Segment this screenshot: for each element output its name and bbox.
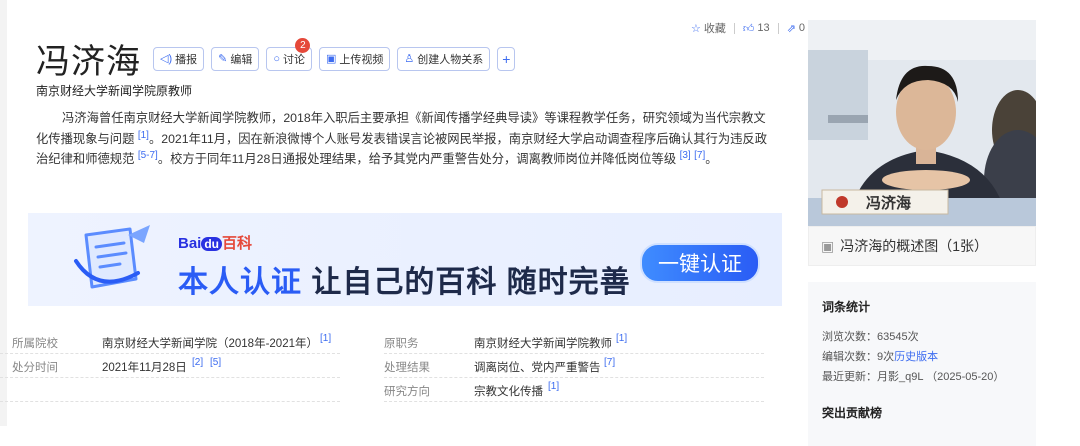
title-row: 冯济海 ◁) 播报 ✎ 编辑 ○ 讨论 2 ▣ 上传视频 ♙ 创建人物关系 + — [36, 34, 522, 83]
reference-link[interactable]: [7] — [604, 357, 615, 369]
divider — [733, 22, 735, 34]
summary-text-4: 。 — [705, 152, 718, 166]
discuss-badge: 2 — [295, 37, 311, 53]
summary-text-3: 。校方于同年11月28日通报处理结果，给予其党内严重警告处分，调离教师岗位并降低… — [157, 152, 677, 166]
banner-slogan: 本人认证 让自己的百科 随时完善 — [178, 257, 631, 301]
reference-link[interactable]: [1] — [320, 333, 331, 345]
reference-link[interactable]: [1] — [138, 129, 149, 140]
action-bar: ☆ 收藏 👍︎ 13 ⇗ 0 — [691, 20, 805, 36]
info-label: 处理结果 — [384, 362, 430, 374]
last-update: 最近更新：月影_q9L （2025-05-20） — [822, 371, 1005, 383]
photo-caption[interactable]: ▣ 冯济海的概述图（1张） — [808, 226, 1036, 266]
info-value: 南京财经大学新闻学院教师 — [474, 338, 612, 350]
logo-bai: Bai — [178, 235, 202, 252]
row-divider — [384, 401, 764, 402]
logo-du: du — [201, 237, 223, 251]
upload-video-button[interactable]: ▣ 上传视频 — [319, 46, 391, 71]
row-divider — [0, 353, 340, 354]
info-value: 调离岗位、党内严重警告 — [474, 362, 601, 374]
info-value: 宗教文化传播 — [474, 386, 543, 398]
contributors-title: 突出贡献榜 — [822, 406, 883, 420]
reference-link[interactable]: [1] — [616, 333, 627, 345]
chat-icon: ○ — [273, 52, 280, 65]
divider — [777, 22, 779, 34]
info-label: 所属院校 — [12, 338, 58, 350]
discuss-button[interactable]: ○ 讨论 2 — [266, 37, 312, 71]
logo-baike: 百科 — [222, 235, 253, 252]
play-label: 播报 — [175, 53, 198, 66]
info-value[interactable]: 南京财经大学新闻学院（2018年-2021年） — [102, 335, 318, 351]
collect-label[interactable]: 收藏 — [704, 20, 726, 36]
star-icon[interactable]: ☆ — [691, 22, 701, 35]
image-icon: ▣ — [821, 237, 835, 254]
baidu-baike-logo: Bai du 百科 — [178, 232, 252, 253]
name-plate-text: 冯济海 — [866, 194, 911, 212]
page-subtitle: 南京财经大学新闻学院原教师 — [36, 84, 193, 98]
pencil-icon: ✎ — [218, 53, 228, 65]
reference-link[interactable]: [5] — [210, 357, 221, 369]
slogan-highlight: 本人认证 — [178, 266, 302, 299]
plus-icon: + — [502, 50, 511, 67]
share-icon[interactable]: ⇗ — [787, 22, 796, 35]
verify-banner[interactable]: Bai du 百科 本人认证 让自己的百科 随时完善 一键认证 — [28, 213, 782, 306]
reference-link[interactable]: [5-7] — [138, 150, 158, 161]
upload-video-label: 上传视频 — [339, 53, 384, 66]
video-icon: ▣ — [326, 53, 337, 65]
stats-title: 词条统计 — [822, 300, 871, 314]
info-label: 研究方向 — [384, 386, 430, 398]
row-divider — [384, 353, 764, 354]
slogan-rest: 让自己的百科 随时完善 — [302, 266, 631, 299]
history-version-link[interactable]: 历史版本 — [894, 351, 938, 363]
edit-count: 编辑次数：9次 — [822, 351, 895, 363]
info-label: 处分时间 — [12, 362, 58, 374]
edit-count-line: 编辑次数：9次历史版本 — [822, 348, 938, 364]
edit-label: 编辑 — [230, 53, 253, 66]
more-plus-button[interactable]: + — [497, 46, 516, 71]
reference-link[interactable]: [3] — [680, 150, 691, 161]
portrait-image: 冯济海 — [808, 20, 1036, 226]
document-check-icon — [74, 225, 150, 289]
one-click-verify-button[interactable]: 一键认证 — [640, 243, 760, 283]
photo-caption-text: 冯济海的概述图（1张） — [840, 238, 989, 254]
create-relation-label: 创建人物关系 — [417, 53, 484, 66]
view-count: 浏览次数：63545次 — [822, 331, 919, 343]
like-count: 13 — [757, 22, 770, 34]
row-divider — [384, 377, 764, 378]
speaker-icon: ◁) — [160, 53, 173, 65]
info-value: 2021年11月28日 — [102, 362, 187, 374]
people-icon: ♙ — [404, 53, 415, 65]
reference-link[interactable]: [2] — [192, 357, 203, 369]
create-relation-button[interactable]: ♙ 创建人物关系 — [397, 46, 491, 71]
thumbs-up-icon[interactable]: 👍︎ — [743, 22, 755, 35]
row-divider — [0, 377, 340, 378]
reference-link[interactable]: [7] — [694, 150, 705, 161]
play-button[interactable]: ◁) 播报 — [153, 46, 205, 71]
summary-photo[interactable]: 冯济海 — [808, 20, 1036, 226]
entry-stats-panel: 词条统计 浏览次数：63545次 编辑次数：9次历史版本 最近更新：月影_q9L… — [808, 282, 1036, 446]
row-divider — [0, 401, 340, 402]
edit-button[interactable]: ✎ 编辑 — [211, 46, 260, 71]
share-count: 0 — [798, 22, 805, 34]
discuss-label: 讨论 — [283, 53, 305, 66]
summary-paragraph: 冯济海曾任南京财经大学新闻学院教师，2018年入职后主要承担《新闻传播学经典导读… — [36, 108, 768, 170]
page-title: 冯济海 — [36, 42, 141, 82]
reference-link[interactable]: [1] — [548, 381, 559, 393]
info-label: 原职务 — [384, 338, 419, 350]
